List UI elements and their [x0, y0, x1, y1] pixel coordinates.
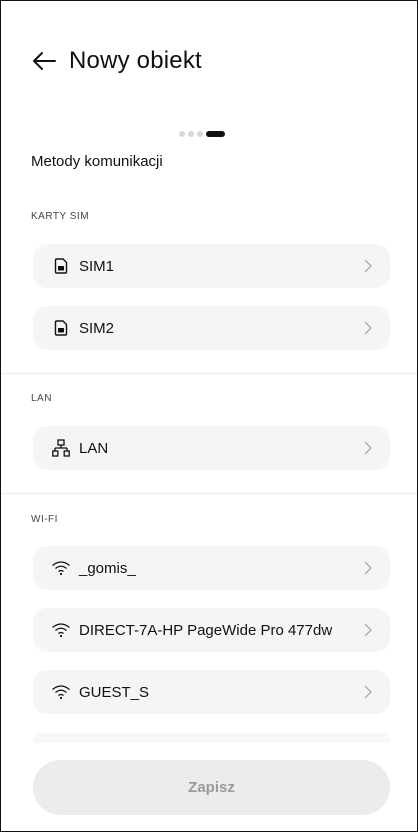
- wifi-item[interactable]: GUEST_S: [33, 670, 390, 714]
- item-label: SIM1: [79, 257, 115, 275]
- item-label: LAN: [79, 439, 109, 457]
- step-dot-active: [206, 131, 225, 137]
- step-indicator: [179, 131, 225, 137]
- chevron-right-icon: [364, 441, 372, 455]
- item-label: SIM2: [79, 319, 115, 337]
- step-dot: [197, 131, 203, 137]
- sim-card-icon: [51, 318, 71, 338]
- list-item-partial: [33, 733, 390, 743]
- page-title: Nowy obiekt: [69, 47, 202, 74]
- group-label-lan: LAN: [31, 393, 52, 404]
- wifi-icon: [51, 682, 71, 702]
- sim1-item[interactable]: SIM1: [33, 244, 390, 288]
- wifi-item[interactable]: DIRECT-7A-HP PageWide Pro 477dw: [33, 608, 390, 652]
- chevron-right-icon: [364, 259, 372, 273]
- item-label: _gomis_: [79, 559, 136, 577]
- app-header: Nowy obiekt: [31, 47, 202, 75]
- chevron-right-icon: [364, 623, 372, 637]
- section-divider: [1, 373, 417, 374]
- group-label-sim: KARTY SIM: [31, 211, 90, 222]
- chevron-right-icon: [364, 321, 372, 335]
- screen: Nowy obiekt Metody komunikacji KARTY SIM…: [0, 0, 418, 832]
- step-dot: [188, 131, 194, 137]
- chevron-right-icon: [364, 685, 372, 699]
- lan-item[interactable]: LAN: [33, 426, 390, 470]
- item-label: GUEST_S: [79, 683, 150, 701]
- sim2-item[interactable]: SIM2: [33, 306, 390, 350]
- group-label-wifi: WI-FI: [31, 514, 58, 525]
- section-title: Metody komunikacji: [31, 153, 163, 170]
- wifi-icon: [51, 558, 71, 578]
- sim-card-icon: [51, 256, 71, 276]
- arrow-left-icon[interactable]: [31, 49, 59, 73]
- section-divider: [1, 493, 417, 494]
- item-label: DIRECT-7A-HP PageWide Pro 477dw: [79, 621, 333, 639]
- chevron-right-icon: [364, 561, 372, 575]
- wifi-icon: [51, 620, 71, 640]
- wifi-item[interactable]: _gomis_: [33, 546, 390, 590]
- save-button[interactable]: Zapisz: [33, 760, 390, 815]
- network-icon: [51, 438, 71, 458]
- step-dot: [179, 131, 185, 137]
